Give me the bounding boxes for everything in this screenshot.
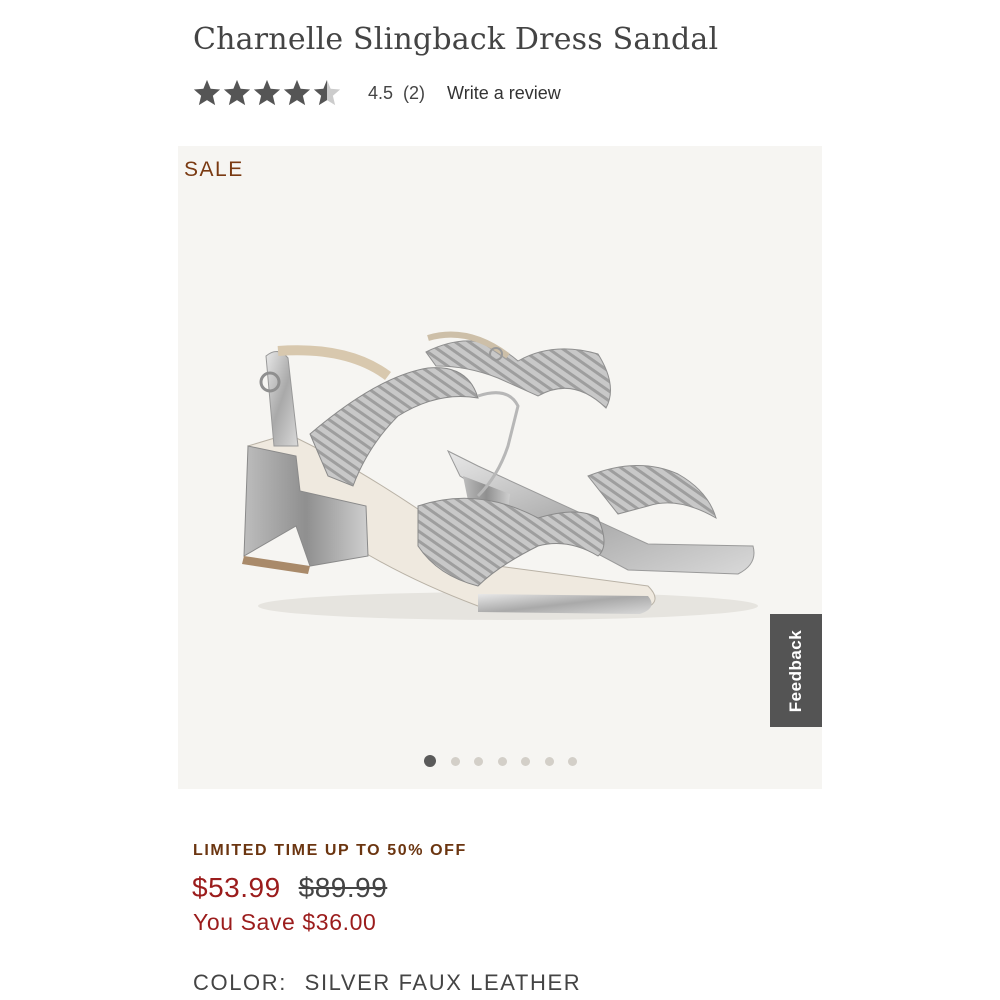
product-title: Charnelle Slingback Dress Sandal [193,22,719,57]
star-icon [283,79,311,106]
rating-row: 4.5 (2) Write a review [192,76,561,110]
write-review-link[interactable]: Write a review [447,83,561,104]
product-image-gallery[interactable]: SALE Feedback [178,146,822,789]
carousel-dots [424,755,592,767]
carousel-dot[interactable] [544,756,554,766]
carousel-dot[interactable] [450,756,460,766]
sale-badge: SALE [184,158,244,181]
rating-stars[interactable] [192,78,342,108]
carousel-dot[interactable] [474,756,483,766]
star-icon [193,79,221,106]
savings-text: You Save $36.00 [193,909,377,935]
color-value: SILVER FAUX LEATHER [304,970,582,995]
price-row: $53.99 $89.99 [192,872,387,904]
star-icon [313,79,341,106]
carousel-dot[interactable] [497,756,507,766]
feedback-label: Feedback [786,629,805,712]
carousel-dot[interactable] [568,756,577,766]
carousel-dot[interactable] [424,755,436,767]
product-image [242,331,758,620]
rating-count[interactable]: (2) [403,83,425,104]
promo-banner: LIMITED TIME UP TO 50% OFF [193,842,467,859]
color-label: COLOR: [193,970,287,995]
feedback-tab[interactable]: Feedback [770,614,822,727]
sale-price: $53.99 [192,872,281,903]
star-icon [223,79,251,106]
carousel-dot[interactable] [521,756,530,766]
original-price: $89.99 [298,872,388,903]
star-icon [253,79,281,106]
rating-value: 4.5 [368,82,394,103]
color-selector: COLOR: SILVER FAUX LEATHER [193,970,581,996]
